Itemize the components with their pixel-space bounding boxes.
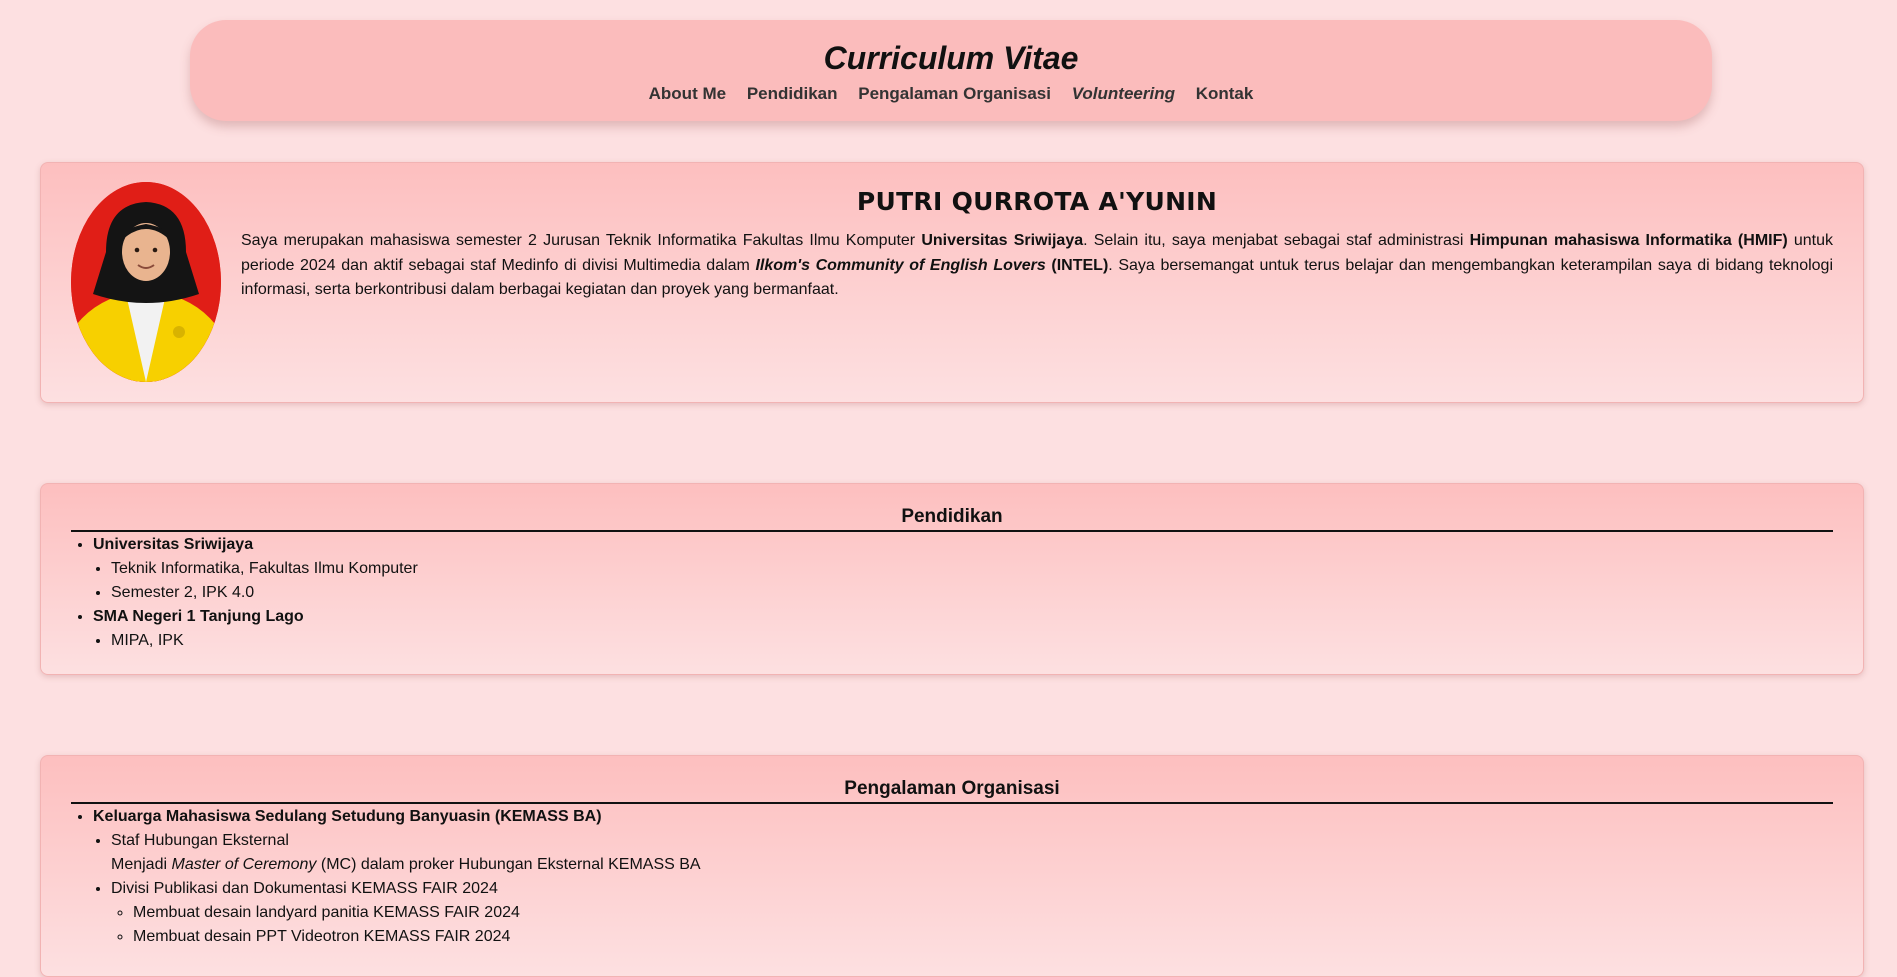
nav-kontak[interactable]: Kontak (1196, 84, 1254, 104)
bio-hmif: Himpunan mahasiswa Informatika (HMIF) (1469, 232, 1788, 249)
list-item: Divisi Publikasi dan Dokumentasi KEMASS … (111, 877, 701, 949)
list-item: MIPA, IPK (111, 629, 418, 653)
education-section: Pendidikan Universitas Sriwijaya Teknik … (40, 483, 1864, 675)
about-me-section: PUTRI QURROTA A'YUNIN Saya merupakan mah… (40, 162, 1864, 403)
education-title: Pendidikan (71, 506, 1833, 532)
role-desc-italic: Master of Ceremony (171, 856, 317, 873)
list-item: Universitas Sriwijaya Teknik Informatika… (93, 533, 418, 605)
role-description: Menjadi Master of Ceremony (MC) dalam pr… (111, 853, 701, 877)
bio-intel-name: Ilkom's Community of English Lovers (755, 256, 1046, 274)
organization-name: Keluarga Mahasiswa Sedulang Setudung Ban… (93, 808, 602, 825)
bio-text: Saya merupakan mahasiswa semester 2 Juru… (241, 229, 1833, 303)
person-name: PUTRI QURROTA A'YUNIN (856, 187, 1218, 216)
profile-photo (71, 182, 221, 382)
list-item: Semester 2, IPK 4.0 (111, 581, 418, 605)
bio-part: . Selain itu, saya menjabat sebagai staf… (1083, 232, 1470, 249)
list-item: Membuat desain PPT Videotron KEMASS FAIR… (133, 925, 701, 949)
list-item: Membuat desain landyard panitia KEMASS F… (133, 901, 701, 925)
role-desc-part: Menjadi (111, 856, 172, 873)
list-item: Staf Hubungan Eksternal Menjadi Master o… (111, 829, 701, 877)
bio-university: Universitas Sriwijaya (921, 232, 1084, 249)
role-title: Staf Hubungan Eksternal (111, 832, 289, 849)
main-nav: About Me Pendidikan Pengalaman Organisas… (190, 84, 1712, 104)
education-list: Universitas Sriwijaya Teknik Informatika… (93, 533, 418, 653)
list-item: Teknik Informatika, Fakultas Ilmu Komput… (111, 557, 418, 581)
school-name: SMA Negeri 1 Tanjung Lago (93, 608, 304, 625)
organization-list: Keluarga Mahasiswa Sedulang Setudung Ban… (93, 805, 701, 949)
list-item: Keluarga Mahasiswa Sedulang Setudung Ban… (93, 805, 701, 949)
bio-intel-abbr: (INTEL) (1045, 256, 1109, 274)
organization-title: Pengalaman Organisasi (71, 778, 1833, 804)
site-header: Curriculum Vitae About Me Pendidikan Pen… (190, 20, 1712, 121)
nav-pengalaman-organisasi[interactable]: Pengalaman Organisasi (858, 84, 1051, 104)
school-name: Universitas Sriwijaya (93, 536, 254, 553)
bio-part: Saya merupakan mahasiswa semester 2 Juru… (241, 232, 922, 249)
nav-about-me[interactable]: About Me (649, 84, 726, 104)
organization-section: Pengalaman Organisasi Keluarga Mahasiswa… (40, 755, 1864, 977)
nav-pendidikan[interactable]: Pendidikan (747, 84, 838, 104)
list-item: SMA Negeri 1 Tanjung Lago MIPA, IPK (93, 605, 418, 653)
page-title: Curriculum Vitae (823, 40, 1079, 76)
nav-volunteering[interactable]: Volunteering (1072, 84, 1175, 104)
role-title: Divisi Publikasi dan Dokumentasi KEMASS … (111, 880, 498, 897)
role-desc-part: (MC) dalam proker Hubungan Eksternal KEM… (316, 856, 701, 873)
